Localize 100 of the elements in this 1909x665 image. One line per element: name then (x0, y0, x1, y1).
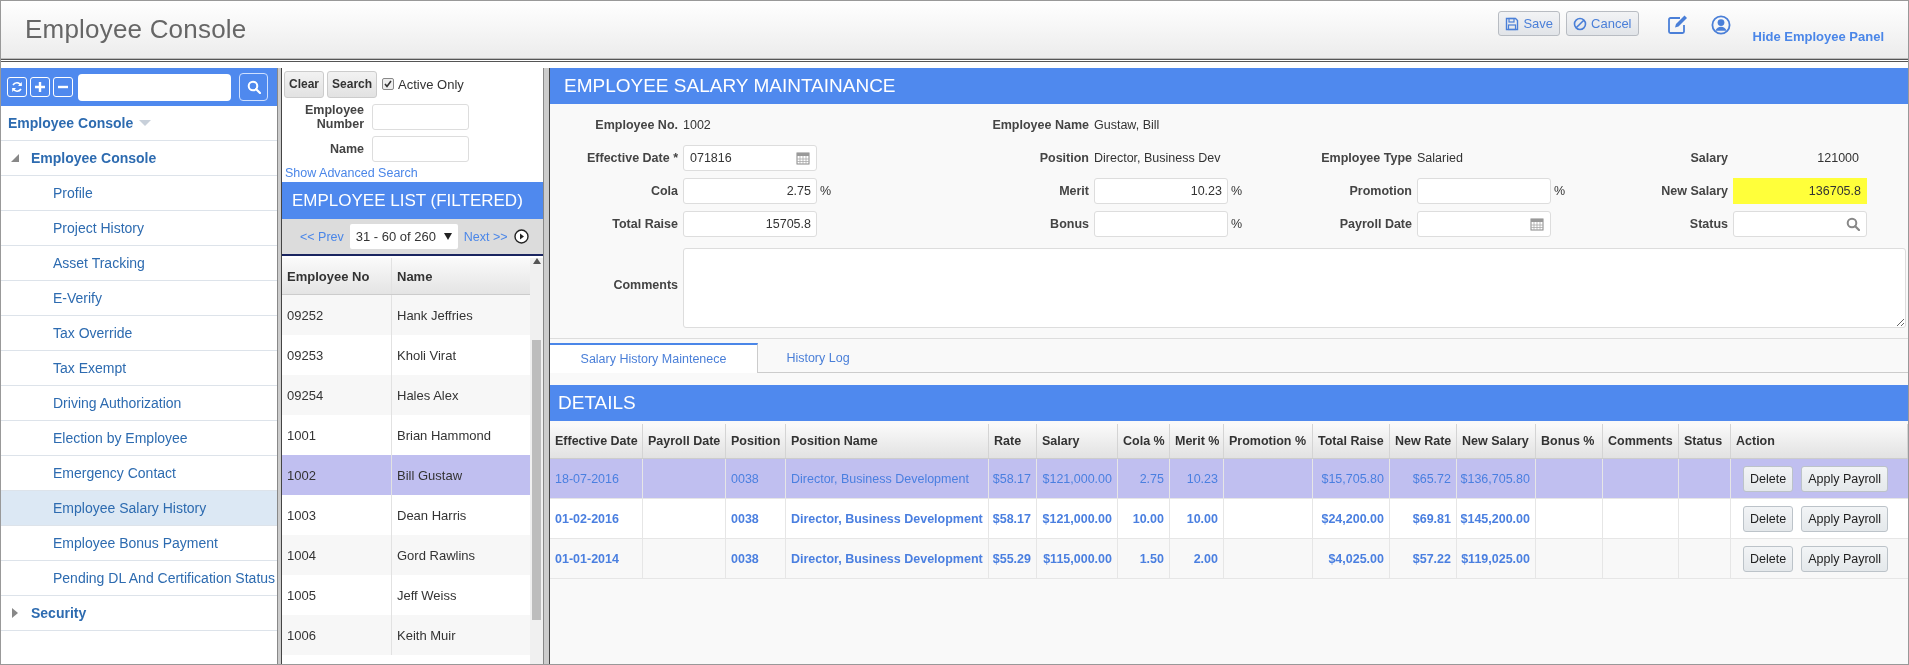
tree-node[interactable]: Security (31, 605, 87, 621)
search-field[interactable] (78, 73, 231, 101)
column-header[interactable]: Action (1731, 424, 1908, 458)
edit-icon[interactable] (1666, 14, 1689, 35)
apply-payroll-button[interactable]: Apply Payroll (1801, 505, 1889, 532)
table-cell-text: Kholi Virat (396, 346, 457, 365)
column-header[interactable]: Payroll Date (643, 424, 726, 458)
advanced-search-link[interactable]: Show Advanced Search (285, 166, 543, 180)
table-cell: Director, Business Development (786, 459, 989, 498)
dropdown-icon (443, 233, 452, 240)
next-icon[interactable] (513, 229, 529, 244)
clear-button[interactable]: Clear (284, 70, 325, 98)
delete-button[interactable]: Delete (1743, 545, 1794, 572)
field-label: Salary (1689, 151, 1728, 165)
panel-title: EMPLOYEE SALARY MAINTAINANCE (550, 68, 1908, 104)
column-header[interactable]: New Salary (1457, 424, 1536, 458)
menu-title[interactable]: Employee Console (8, 115, 134, 131)
column-header[interactable]: Salary (1037, 424, 1118, 458)
column-header[interactable]: Effective Date (550, 424, 643, 458)
delete-button[interactable]: Delete (1743, 465, 1794, 492)
field-value: Director, Business Dev (1094, 151, 1221, 165)
comments-field[interactable] (683, 248, 1906, 328)
lookup-field[interactable] (1733, 211, 1867, 237)
table-cell: $121,000.00 (1037, 459, 1118, 498)
column-header[interactable]: Promotion % (1224, 424, 1313, 458)
table-cell: $55.29 (989, 539, 1037, 578)
check-icon (384, 80, 393, 88)
checkbox[interactable] (382, 78, 395, 90)
collapse-button[interactable] (53, 77, 73, 97)
tab[interactable]: Salary History Maintenece (550, 343, 758, 373)
expand-button[interactable] (30, 77, 50, 97)
column-header[interactable]: Total Raise (1313, 424, 1390, 458)
table-cell[interactable]: 01-01-2014 (550, 539, 643, 578)
search-button[interactable]: Search (327, 70, 378, 98)
column-header[interactable]: Rate (989, 424, 1037, 458)
input-field[interactable]: 10.23 (1094, 178, 1228, 204)
column-header[interactable]: Comments (1603, 424, 1679, 458)
field-label: Bonus (1049, 217, 1089, 231)
table-cell-text: Hales Alex (396, 386, 460, 405)
collapse-icon[interactable] (11, 153, 19, 163)
search-button[interactable] (239, 73, 268, 101)
splitter-bar[interactable] (277, 68, 282, 664)
calendar-icon[interactable] (796, 151, 810, 165)
table-row[interactable]: 1006 Keith Muir (282, 615, 530, 655)
table-row[interactable]: 09254 Hales Alex (282, 375, 530, 415)
input-field[interactable] (372, 104, 469, 130)
search-icon (246, 80, 261, 94)
column-header[interactable]: Status (1679, 424, 1731, 458)
input-field[interactable]: 2.75 (683, 178, 817, 204)
table-cell: $119,025.00 (1457, 539, 1536, 578)
delete-button[interactable]: Delete (1743, 505, 1794, 532)
table-cell-text: Brian Hammond (396, 426, 492, 445)
date-field[interactable]: 071816 (683, 145, 817, 171)
date-field[interactable] (1417, 211, 1551, 237)
column-header[interactable]: Cola % (1118, 424, 1170, 458)
field-label: Effective Date * (586, 151, 678, 165)
section-title: DETAILS (550, 385, 1908, 421)
scroll-up-icon[interactable] (532, 258, 541, 264)
column-header[interactable]: New Rate (1390, 424, 1457, 458)
apply-payroll-button[interactable]: Apply Payroll (1801, 545, 1889, 572)
table-row[interactable]: 01-01-2014 0038 Director, Business Development $55.29 $115,000.00 1.50 2.00 $4,025.00 $57.22 $119,025.00 Delete Apply Payroll (550, 539, 1908, 579)
field-label: Comments (612, 278, 678, 292)
input-field[interactable] (372, 136, 469, 162)
cancel-icon (1573, 16, 1588, 31)
tab[interactable]: History Log (758, 343, 878, 373)
tree-item[interactable]: Employee Salary History (1, 491, 277, 526)
input-field[interactable]: 15705.8 (683, 211, 817, 237)
table-row[interactable]: 09252 Hank Jeffries (282, 295, 530, 335)
column-header[interactable]: Merit % (1170, 424, 1224, 458)
calendar-icon[interactable] (1530, 217, 1544, 231)
field-label: Employee Type (1320, 151, 1412, 165)
checkbox-label: Active Only (398, 76, 464, 92)
search-icon[interactable] (1846, 217, 1860, 231)
expand-icon[interactable] (11, 608, 19, 618)
field-label: New Salary (1660, 184, 1728, 198)
refresh-button[interactable] (7, 77, 27, 97)
table-row[interactable]: 18-07-2016 0038 Director, Business Development $58.17 $121,000.00 2.75 10.23 $15,705.80 $65.72 $136,705.80 Delete Apply Payroll (550, 459, 1908, 499)
column-header[interactable]: Position Name (786, 424, 989, 458)
column-header[interactable]: Employee No (282, 258, 392, 294)
column-header[interactable]: Bonus % (1536, 424, 1603, 458)
table-cell-text: Bill Gustaw (396, 466, 464, 485)
field-label: Total Raise (611, 217, 678, 231)
table-row[interactable]: 01-02-2016 0038 Director, Business Development $58.17 $121,000.00 10.00 10.00 $24,200.00 $69.81 $145,200.00 Delete Apply Payroll (550, 499, 1908, 539)
table-row[interactable]: 1002 Bill Gustaw (282, 455, 530, 495)
table-cell: Director, Business Development (786, 539, 989, 578)
input-field[interactable] (1094, 211, 1228, 237)
scrollbar[interactable] (530, 258, 543, 664)
table-cell: $57.22 (1390, 539, 1457, 578)
table-row[interactable]: 1004 Gord Rawlins (282, 535, 530, 575)
highlighted-field[interactable]: 136705.8 (1733, 178, 1867, 204)
apply-payroll-button[interactable]: Apply Payroll (1801, 465, 1889, 492)
column-header[interactable]: Position (726, 424, 786, 458)
input-field[interactable] (1417, 178, 1551, 204)
table-cell[interactable]: 01-02-2016 (550, 499, 643, 538)
column-header[interactable]: Name (392, 258, 530, 294)
tree-node[interactable]: Employee Console (31, 150, 157, 166)
save-icon (1505, 16, 1520, 31)
splitter-bar[interactable] (543, 68, 550, 664)
user-icon[interactable] (1710, 14, 1731, 35)
page-select[interactable]: 31 - 60 of 260 (349, 224, 458, 249)
